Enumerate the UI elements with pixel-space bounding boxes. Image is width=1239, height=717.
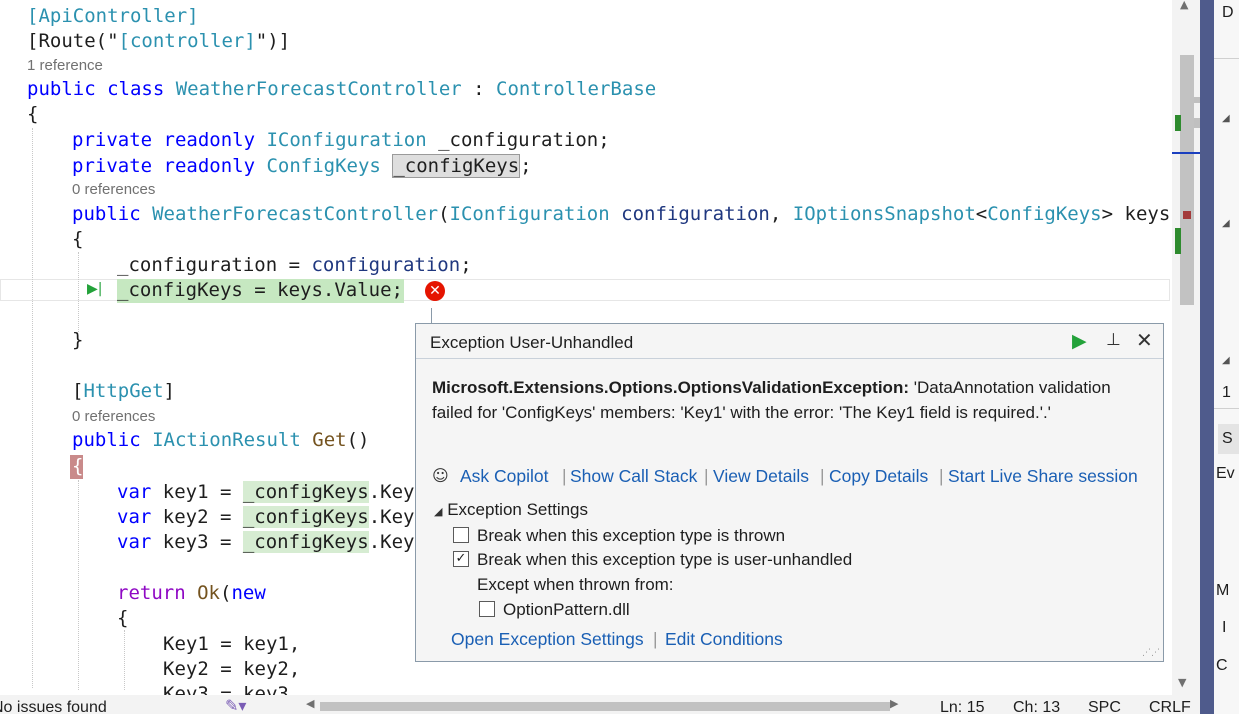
code-line-15: var key1 = _configKeys.Key bbox=[117, 481, 415, 503]
error-icon[interactable]: ✕ bbox=[425, 281, 445, 301]
code-line-10-current: _configKeys = keys.Value; bbox=[117, 279, 403, 301]
copilot-icon[interactable]: ☺ bbox=[432, 466, 449, 485]
caret-position-marker bbox=[1172, 152, 1200, 154]
panel-label: S bbox=[1222, 430, 1233, 447]
panel-divider bbox=[1214, 408, 1239, 409]
execution-pointer-icon[interactable]: ▶| bbox=[87, 281, 102, 297]
scroll-down-arrow-icon[interactable]: ▼ bbox=[1178, 676, 1186, 689]
code-line-6: private readonly ConfigKeys _configKeys; bbox=[72, 154, 532, 178]
panel-label: D bbox=[1222, 4, 1234, 21]
panel-label: 1 bbox=[1222, 384, 1231, 401]
change-marker bbox=[1175, 115, 1181, 131]
scrollbar-thumb[interactable] bbox=[1180, 55, 1194, 305]
right-tool-panel: D ◢ ◢ ◢ 1 S Ev M I C bbox=[1214, 0, 1239, 714]
codelens-references[interactable]: 0 references bbox=[72, 181, 155, 198]
scroll-right-arrow-icon[interactable]: ▶ bbox=[890, 697, 898, 710]
issues-status[interactable]: No issues found bbox=[0, 699, 107, 717]
indent-guide bbox=[78, 480, 79, 690]
popup-pointer bbox=[431, 308, 432, 323]
close-button[interactable]: ✕ bbox=[1136, 328, 1153, 352]
live-share-link[interactable]: Start Live Share session bbox=[948, 466, 1138, 487]
horizontal-scrollbar-thumb[interactable] bbox=[320, 702, 890, 711]
whitespace-mode[interactable]: SPC bbox=[1088, 699, 1121, 717]
code-line-14: { bbox=[72, 455, 84, 477]
break-unhandled-checkbox[interactable]: ✓ bbox=[453, 551, 469, 567]
scroll-left-arrow-icon[interactable]: ◀ bbox=[306, 697, 314, 710]
edit-conditions-link[interactable]: Edit Conditions bbox=[665, 629, 783, 650]
line-number[interactable]: Ln: 15 bbox=[940, 699, 984, 717]
show-call-stack-link[interactable]: Show Call Stack bbox=[570, 466, 697, 487]
code-line-9: _configuration = configuration; bbox=[117, 254, 472, 276]
code-line-4: { bbox=[27, 103, 39, 125]
view-details-link[interactable]: View Details bbox=[713, 466, 809, 487]
code-line-1: [ApiController] bbox=[27, 5, 199, 27]
change-marker bbox=[1175, 228, 1181, 254]
link-divider: | bbox=[562, 466, 567, 486]
break-thrown-checkbox[interactable] bbox=[453, 527, 469, 543]
panel-divider bbox=[1214, 58, 1239, 59]
panel-label: C bbox=[1216, 657, 1228, 674]
link-divider: | bbox=[939, 466, 944, 486]
link-divider: | bbox=[704, 466, 709, 486]
code-line-18: return Ok(new bbox=[117, 582, 266, 604]
code-line-22: Key3 = key3, bbox=[163, 683, 301, 695]
close-icon: ✕ bbox=[1136, 328, 1153, 352]
exception-popup: Exception User-Unhandled ▶ ⊥ ✕ Microsoft… bbox=[415, 323, 1164, 662]
except-from-label: Except when thrown from: bbox=[477, 575, 674, 594]
collapse-arrow-icon[interactable]: ◢ bbox=[1222, 113, 1230, 124]
dll-label: OptionPattern.dll bbox=[503, 600, 630, 619]
code-line-3: public class WeatherForecastController :… bbox=[27, 78, 657, 100]
code-line-2: [Route("[controller]")] bbox=[27, 30, 291, 52]
popup-separator bbox=[416, 358, 1163, 359]
code-line-13: public IActionResult Get() bbox=[72, 429, 370, 451]
break-unhandled-label: Break when this exception type is user-u… bbox=[477, 550, 853, 569]
code-line-7: public WeatherForecastController(IConfig… bbox=[72, 203, 1172, 225]
code-line-21: Key2 = key2, bbox=[163, 658, 301, 680]
code-line-19: { bbox=[117, 607, 129, 629]
panel-label: Ev bbox=[1216, 465, 1235, 482]
pin-button[interactable]: ⊥ bbox=[1106, 330, 1121, 350]
collapse-arrow-icon[interactable]: ◢ bbox=[1222, 218, 1230, 229]
codelens-references[interactable]: 0 references bbox=[72, 408, 155, 425]
dll-checkbox[interactable] bbox=[479, 601, 495, 617]
code-line-16: var key2 = _configKeys.Key bbox=[117, 506, 415, 528]
column-number[interactable]: Ch: 13 bbox=[1013, 699, 1060, 717]
indent-guide bbox=[124, 630, 125, 690]
settings-header-label: Exception Settings bbox=[447, 500, 589, 519]
checkmark-icon: ✓ bbox=[455, 551, 467, 566]
resize-grip-icon[interactable]: ⋰⋰ bbox=[1142, 648, 1160, 658]
collapse-arrow-icon[interactable]: ◢ bbox=[1222, 355, 1230, 366]
indent-guide bbox=[32, 128, 33, 688]
code-line-8: { bbox=[72, 228, 84, 250]
code-line-12: [HttpGet] bbox=[72, 380, 175, 402]
panel-label: M bbox=[1216, 582, 1230, 599]
error-marker bbox=[1183, 211, 1191, 219]
continue-button[interactable]: ▶ bbox=[1072, 330, 1087, 352]
indent-guide bbox=[78, 252, 79, 332]
code-line-20: Key1 = key1, bbox=[163, 633, 301, 655]
window-divider bbox=[1200, 0, 1214, 714]
line-ending[interactable]: CRLF bbox=[1149, 699, 1191, 717]
scroll-up-arrow-icon[interactable]: ▲ bbox=[1180, 0, 1188, 11]
link-divider: | bbox=[820, 466, 825, 486]
open-exception-settings-link[interactable]: Open Exception Settings bbox=[451, 629, 644, 650]
code-line-17: var key3 = _configKeys.Key bbox=[117, 531, 415, 553]
exception-message: Microsoft.Extensions.Options.OptionsVali… bbox=[432, 376, 1132, 425]
code-line-11: } bbox=[72, 329, 84, 351]
pin-icon: ⊥ bbox=[1106, 330, 1121, 350]
popup-title: Exception User-Unhandled bbox=[430, 333, 634, 352]
ask-copilot-link[interactable]: Ask Copilot bbox=[460, 466, 549, 487]
play-icon: ▶ bbox=[1072, 330, 1087, 352]
collapse-triangle-icon: ◢ bbox=[434, 505, 443, 518]
codelens-references[interactable]: 1 reference bbox=[27, 57, 103, 74]
cleanup-brush-icon[interactable]: ✎▾ bbox=[225, 696, 246, 715]
exception-type: Microsoft.Extensions.Options.OptionsVali… bbox=[432, 378, 909, 397]
exception-settings-header[interactable]: ◢ Exception Settings bbox=[434, 500, 588, 520]
break-thrown-label: Break when this exception type is thrown bbox=[477, 526, 786, 545]
link-divider: | bbox=[653, 629, 658, 649]
code-line-5: private readonly IConfiguration _configu… bbox=[72, 129, 610, 151]
copy-details-link[interactable]: Copy Details bbox=[829, 466, 928, 487]
panel-label: I bbox=[1222, 619, 1227, 636]
